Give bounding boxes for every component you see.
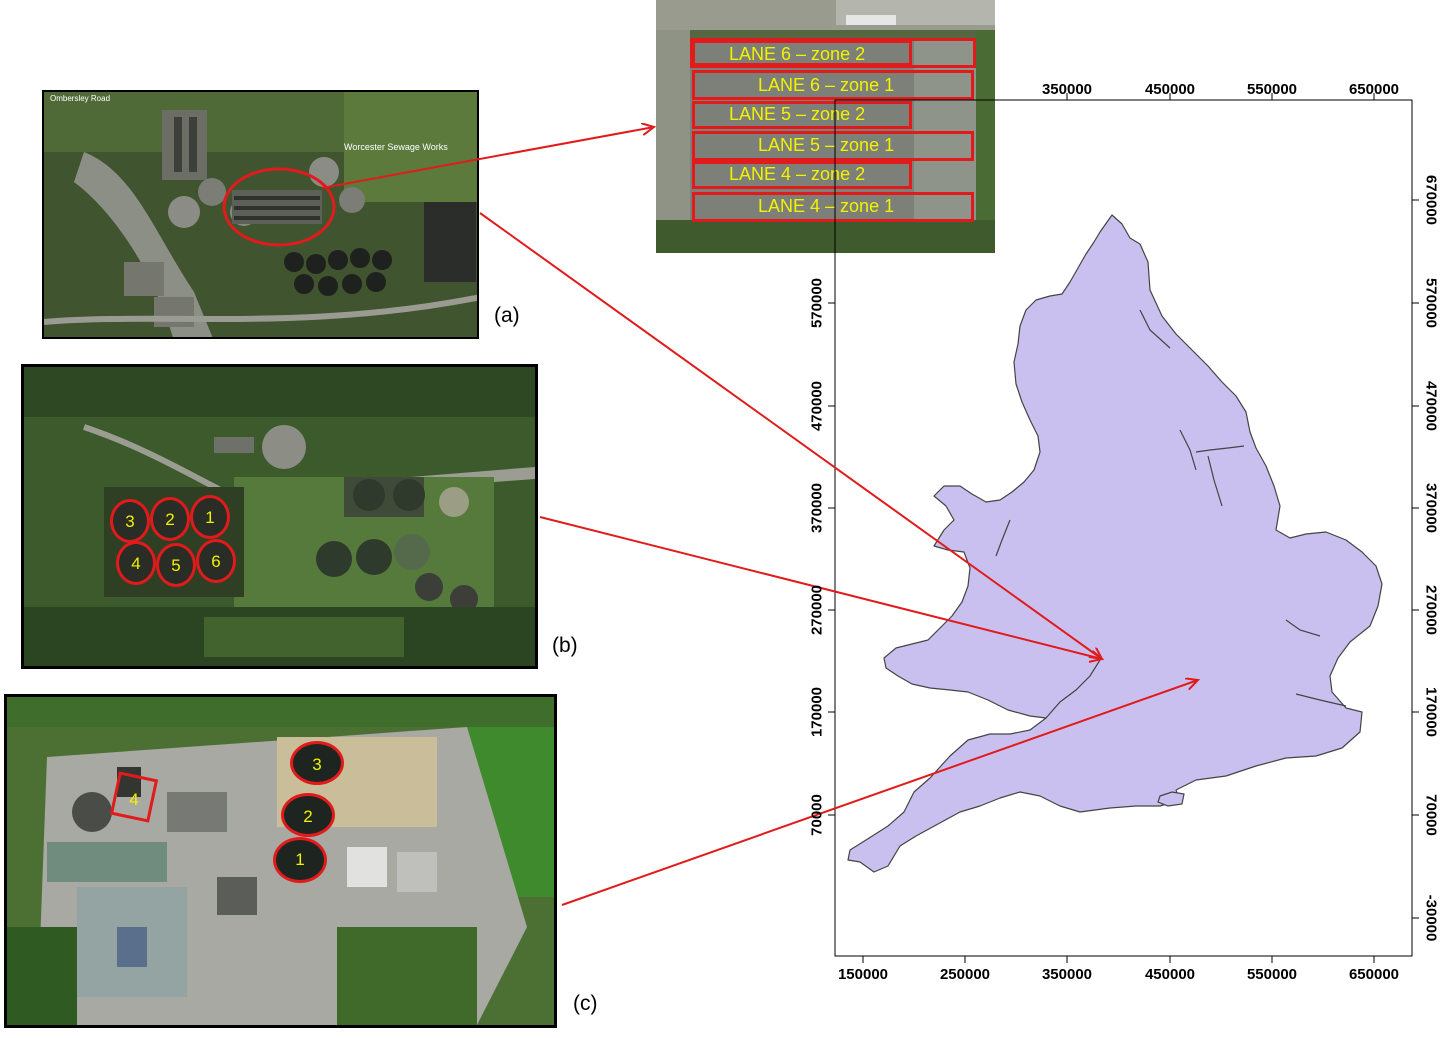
x-tick-label: 450000 [1144, 966, 1196, 983]
y-tick-label-right: -30000 [1422, 894, 1440, 942]
y-tick-label-left: 170000 [808, 686, 826, 738]
y-tick-label-left: 570000 [808, 277, 826, 329]
england-wales-shape [847, 214, 1383, 873]
x-tick-label-top: 650000 [1348, 81, 1400, 98]
x-tick-label: 650000 [1348, 966, 1400, 983]
y-tick-label-right: 170000 [1422, 686, 1440, 738]
y-tick-label-right: 670000 [1422, 174, 1440, 226]
y-tick-label-right: 570000 [1422, 277, 1440, 329]
x-tick-label-top: 350000 [1041, 81, 1093, 98]
x-tick-label-top: 450000 [1144, 81, 1196, 98]
y-tick-label-left: 70000 [808, 794, 826, 836]
map-layer [321, 93, 1419, 963]
y-tick-label-right: 270000 [1422, 584, 1440, 636]
y-tick-label-left: 270000 [808, 584, 826, 636]
arrow-a-to-map [479, 212, 1102, 659]
y-tick-label-right: 370000 [1422, 482, 1440, 534]
y-tick-label-left: 470000 [808, 380, 826, 432]
x-tick-label: 550000 [1246, 966, 1298, 983]
y-tick-label-left: 370000 [808, 482, 826, 534]
x-tick-label-top: 550000 [1246, 81, 1298, 98]
x-tick-label: 250000 [939, 966, 991, 983]
y-tick-label-right: 70000 [1422, 794, 1440, 836]
arrow-a-to-inset [321, 127, 654, 189]
x-tick-label: 150000 [837, 966, 889, 983]
x-tick-label: 350000 [1041, 966, 1093, 983]
y-tick-label-right: 470000 [1422, 380, 1440, 432]
